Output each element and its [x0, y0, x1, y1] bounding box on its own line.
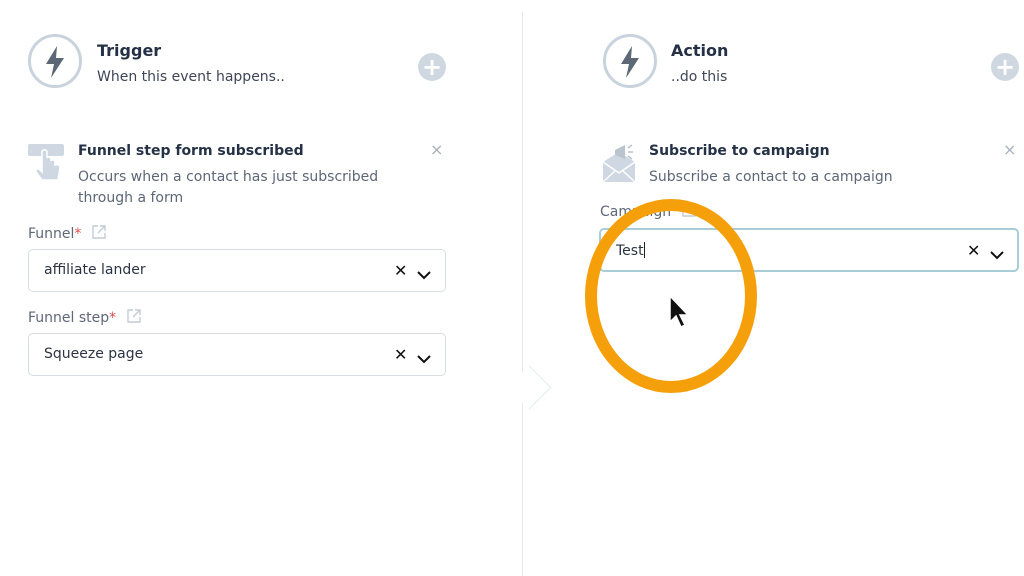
- chevron-down-icon[interactable]: [990, 245, 1004, 264]
- trigger-title: Trigger: [97, 41, 162, 60]
- funnel-step-select-value: Squeeze page: [44, 346, 144, 362]
- clear-icon[interactable]: ✕: [394, 261, 407, 280]
- trigger-card-title: Funnel step form subscribed: [78, 143, 304, 159]
- plus-icon: +: [994, 53, 1016, 81]
- action-bolt-icon: [603, 34, 657, 88]
- funnel-step-label: Funnel step*: [28, 309, 141, 327]
- required-mark: *: [74, 226, 82, 242]
- funnel-step-label-text: Funnel step: [28, 310, 110, 326]
- funnel-select-value: affiliate lander: [44, 262, 146, 278]
- chevron-down-icon[interactable]: [417, 349, 431, 368]
- trigger-subtitle: When this event happens..: [97, 69, 285, 85]
- funnel-select[interactable]: affiliate lander ✕: [28, 249, 446, 292]
- chevron-down-icon[interactable]: [417, 265, 431, 284]
- column-divider: [522, 12, 523, 576]
- action-close-icon[interactable]: ×: [1003, 140, 1016, 159]
- funnel-label-text: Funnel: [28, 226, 75, 242]
- action-card-title: Subscribe to campaign: [649, 143, 830, 159]
- add-trigger-button[interactable]: +: [418, 53, 446, 81]
- funnel-label: Funnel*: [28, 225, 106, 243]
- clear-icon[interactable]: ✕: [394, 345, 407, 364]
- close-icon: ×: [430, 140, 444, 159]
- add-action-button[interactable]: +: [991, 53, 1019, 81]
- envelope-megaphone-icon: [601, 142, 637, 184]
- plus-icon: +: [421, 53, 443, 81]
- clear-icon[interactable]: ✕: [967, 241, 980, 260]
- action-title: Action: [671, 41, 729, 60]
- mouse-cursor-icon: [668, 294, 690, 330]
- trigger-close-icon[interactable]: ×: [430, 140, 443, 159]
- action-card-description: Subscribe a contact to a campaign: [649, 169, 893, 185]
- trigger-card-description: Occurs when a contact has just subscribe…: [78, 169, 379, 206]
- required-mark: *: [109, 310, 117, 326]
- trigger-bolt-icon: [28, 34, 82, 88]
- hand-pointer-icon: [28, 142, 66, 184]
- close-icon: ×: [1003, 140, 1017, 159]
- action-subtitle: ..do this: [671, 69, 728, 85]
- external-link-icon[interactable]: [126, 309, 141, 327]
- external-link-icon[interactable]: [92, 225, 106, 243]
- flow-arrow-notch: [507, 365, 552, 410]
- funnel-step-select[interactable]: Squeeze page ✕: [28, 333, 446, 376]
